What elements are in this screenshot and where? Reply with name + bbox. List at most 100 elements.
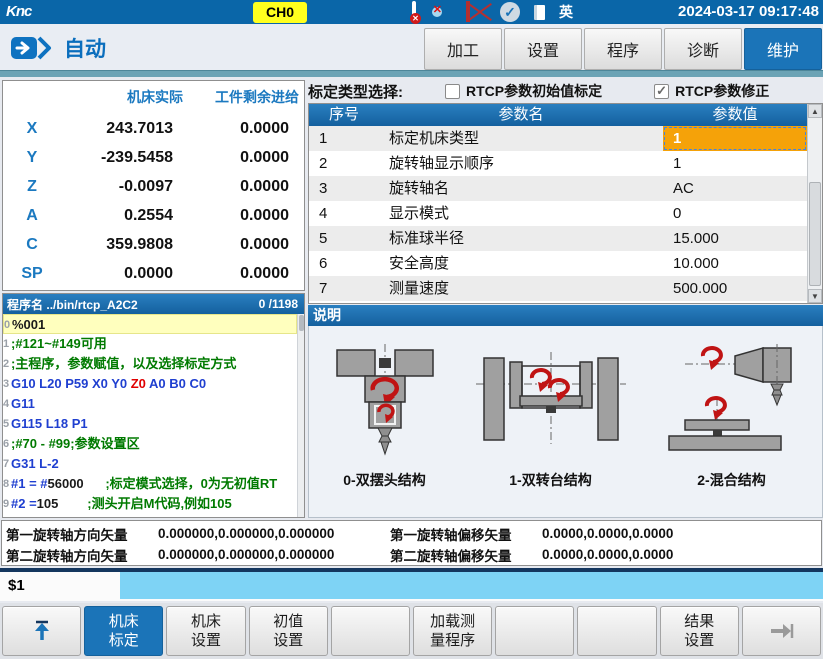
code-line: 3G10 L20 P59 X0 Y0 Z0 A0 B0 C0: [3, 374, 304, 394]
checkbox-rtcp-initial[interactable]: RTCP参数初始值标定: [445, 81, 602, 101]
tab-program[interactable]: 程序: [584, 28, 662, 70]
code-viewer[interactable]: 0%001 1;#121~#149可用 2;主程序，参数赋值，以及选择标定方式 …: [3, 314, 304, 517]
cnc-controller-screen: Knc CH0 ✕ ✕ ✓ 英 2024-03-17 09:17:48: [0, 0, 823, 659]
program-header: 程序名 ../bin/rtcp_A2C2 0 /1198: [3, 294, 304, 314]
axis-remaining-a: 0.0000: [183, 201, 299, 230]
softkey-load-measure-program[interactable]: 加载测 量程序: [413, 606, 492, 656]
first-axis-direction-value: 0.000000,0.000000,0.000000: [158, 526, 390, 541]
dual-rotary-table-drawing: [476, 344, 626, 464]
code-scrollbar[interactable]: [297, 314, 304, 517]
softkey-return-top[interactable]: [2, 606, 81, 656]
axis-remaining-c: 0.0000: [183, 230, 299, 259]
code-line: 1;#121~#149可用: [3, 334, 304, 354]
table-header-row: 序号 参数名 参数值: [309, 104, 807, 126]
plc-error-icon: ✕: [412, 3, 416, 21]
table-row[interactable]: 4 显示模式 0: [309, 201, 807, 226]
code-line: 9#2 =105 ;测头开启M代码,例如105: [3, 494, 304, 514]
axis-remaining-y: 0.0000: [183, 143, 299, 172]
nav-bar: 自动 加工 设置 程序 诊断 维护: [0, 24, 823, 70]
softkey-result-settings[interactable]: 结果 设置: [660, 606, 739, 656]
code-scroll-thumb[interactable]: [299, 315, 304, 331]
table-row[interactable]: 2 旋转轴显示顺序 1: [309, 151, 807, 176]
second-axis-offset-label: 第二旋转轴偏移矢量: [390, 545, 542, 565]
tab-settings[interactable]: 设置: [504, 28, 582, 70]
scroll-up-icon[interactable]: ▲: [808, 104, 822, 118]
softkey-bar: 机床 标定 机床 设置 初值 设置 加载测 量程序 结果 设置: [0, 603, 823, 659]
axis-remaining-sp: 0.0000: [183, 259, 299, 288]
axis-position-panel: 机床实际 工件剩余进给 X 243.7013 0.0000 Y -239.545…: [2, 80, 305, 291]
diagram-dual-swivel-head: 0-双摆头结构: [325, 344, 445, 490]
code-line: 4G11: [3, 394, 304, 414]
calibration-type-label: 标定类型选择:: [308, 81, 403, 102]
softkey-machine-settings[interactable]: 机床 设置: [166, 606, 245, 656]
auto-mode-icon: [10, 36, 52, 60]
program-line-counter: 0 /1198: [259, 297, 298, 311]
table-row[interactable]: 7 测量速度 500.000: [309, 276, 807, 301]
calibration-type-row: 标定类型选择: RTCP参数初始值标定 RTCP参数修正: [308, 80, 823, 102]
status-icon-cluster: ✕ ✕ ✓ 英: [412, 0, 573, 24]
diagram-label: 1-双转台结构: [509, 470, 591, 490]
code-line: 8#1 = #56000 ;标定模式选择，0为无初值RT: [3, 474, 304, 494]
axis-actual-y: -239.5458: [61, 143, 183, 172]
rotation-vector-panel: 第一旋转轴方向矢量 0.000000,0.000000,0.000000 第一旋…: [1, 520, 822, 566]
table-scrollbar[interactable]: ▲ ▼: [807, 104, 822, 303]
axis-label-y: Y: [3, 143, 61, 172]
main-tabs: 加工 设置 程序 诊断 维护: [424, 28, 822, 70]
softkey-initial-value-settings[interactable]: 初值 设置: [249, 606, 328, 656]
axis-remaining-z: 0.0000: [183, 172, 299, 201]
diagram-dual-rotary-table: 1-双转台结构: [476, 344, 626, 490]
description-title-bar: 说明: [308, 305, 823, 326]
softkey-machine-calibration[interactable]: 机床 标定: [84, 606, 163, 656]
tab-machining[interactable]: 加工: [424, 28, 502, 70]
checkbox-checked-icon[interactable]: [654, 84, 669, 99]
selected-value-cell[interactable]: 1: [663, 126, 807, 151]
tab-maintenance[interactable]: 维护: [744, 28, 822, 70]
axis-actual-a: 0.2554: [61, 201, 183, 230]
code-line: 5G115 L18 P1: [3, 414, 304, 434]
table-row[interactable]: 6 安全高度 10.000: [309, 251, 807, 276]
description-area: 0-双摆头结构 1-双转台结构: [308, 326, 823, 518]
code-line-current: 0%001: [3, 314, 297, 334]
column-header-param-name: 参数名: [379, 104, 663, 126]
command-input[interactable]: [120, 572, 823, 599]
next-arrow-icon: [767, 621, 795, 641]
softkey-empty[interactable]: [495, 606, 574, 656]
status-ok-icon: ✓: [500, 2, 520, 22]
top-status-bar: Knc CH0 ✕ ✕ ✓ 英 2024-03-17 09:17:48: [0, 0, 823, 24]
datetime-display: 2024-03-17 09:17:48: [678, 3, 819, 20]
softkey-next-page[interactable]: [742, 606, 821, 656]
mode-indicator[interactable]: 自动: [10, 33, 106, 63]
code-line: 7G31 L-2: [3, 454, 304, 474]
softkey-empty[interactable]: [577, 606, 656, 656]
channel-badge[interactable]: CH0: [253, 2, 307, 23]
checkbox-rtcp-correction[interactable]: RTCP参数修正: [654, 81, 769, 101]
command-prompt: $1: [0, 572, 120, 601]
table-row[interactable]: 1 标定机床类型 1: [309, 126, 807, 151]
table-row[interactable]: 5 标准球半径 15.000: [309, 226, 807, 251]
first-axis-offset-label: 第一旋转轴偏移矢量: [390, 524, 542, 544]
diagram-label: 0-双摆头结构: [343, 470, 425, 490]
column-header-machine-actual: 机床实际: [61, 85, 183, 110]
softkey-empty[interactable]: [331, 606, 410, 656]
axis-actual-z: -0.0097: [61, 172, 183, 201]
code-line: 6;#70 - #99;参数设置区: [3, 434, 304, 454]
command-row: $1: [0, 572, 823, 601]
device-disabled-icon: [466, 3, 470, 21]
axis-label-sp: SP: [3, 259, 61, 288]
diagram-label: 2-混合结构: [697, 470, 765, 490]
table-scroll-thumb[interactable]: [809, 182, 821, 286]
second-axis-direction-value: 0.000000,0.000000,0.000000: [158, 547, 390, 562]
language-indicator[interactable]: 英: [559, 2, 573, 22]
mixed-structure-drawing: [657, 344, 807, 464]
axis-label-z: Z: [3, 172, 61, 201]
checkbox-unchecked-icon[interactable]: [445, 84, 460, 99]
table-row[interactable]: 3 旋转轴名 AC: [309, 176, 807, 201]
first-axis-offset-value: 0.0000,0.0000,0.0000: [542, 526, 821, 541]
program-path: ../bin/rtcp_A2C2: [46, 298, 137, 312]
scroll-down-icon[interactable]: ▼: [808, 289, 822, 303]
brand-logo: Knc: [6, 3, 31, 20]
tab-diagnosis[interactable]: 诊断: [664, 28, 742, 70]
parameter-table: 序号 参数名 参数值 1 标定机床类型 1 2 旋转轴显示顺序 1 3 旋转轴名…: [308, 103, 823, 304]
separator-bar: [0, 70, 823, 77]
axis-actual-c: 359.9808: [61, 230, 183, 259]
